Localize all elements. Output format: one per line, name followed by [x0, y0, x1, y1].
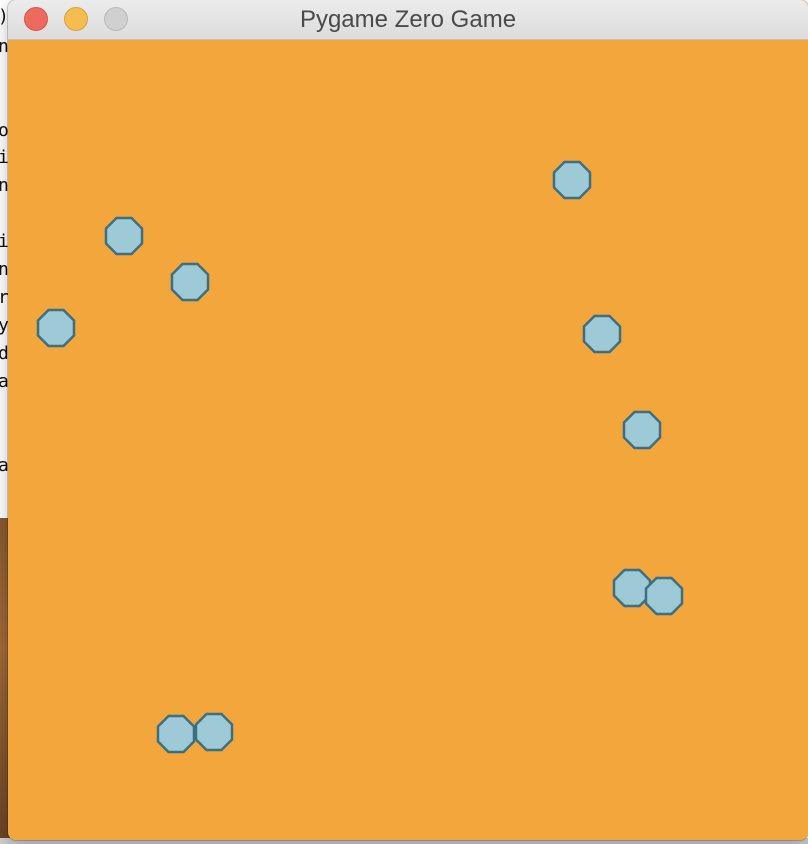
actor-ball — [644, 576, 684, 616]
game-window: Pygame Zero Game — [8, 0, 808, 840]
actor-ball — [156, 714, 196, 754]
actor-ball — [36, 308, 76, 348]
actor-ball — [582, 314, 622, 354]
window-titlebar[interactable]: Pygame Zero Game — [8, 0, 808, 40]
actor-ball — [104, 216, 144, 256]
game-canvas[interactable] — [8, 40, 808, 840]
actor-ball — [552, 160, 592, 200]
actor-ball — [170, 262, 210, 302]
actor-ball — [622, 410, 662, 450]
actor-ball — [194, 712, 234, 752]
window-title: Pygame Zero Game — [299, 6, 517, 33]
